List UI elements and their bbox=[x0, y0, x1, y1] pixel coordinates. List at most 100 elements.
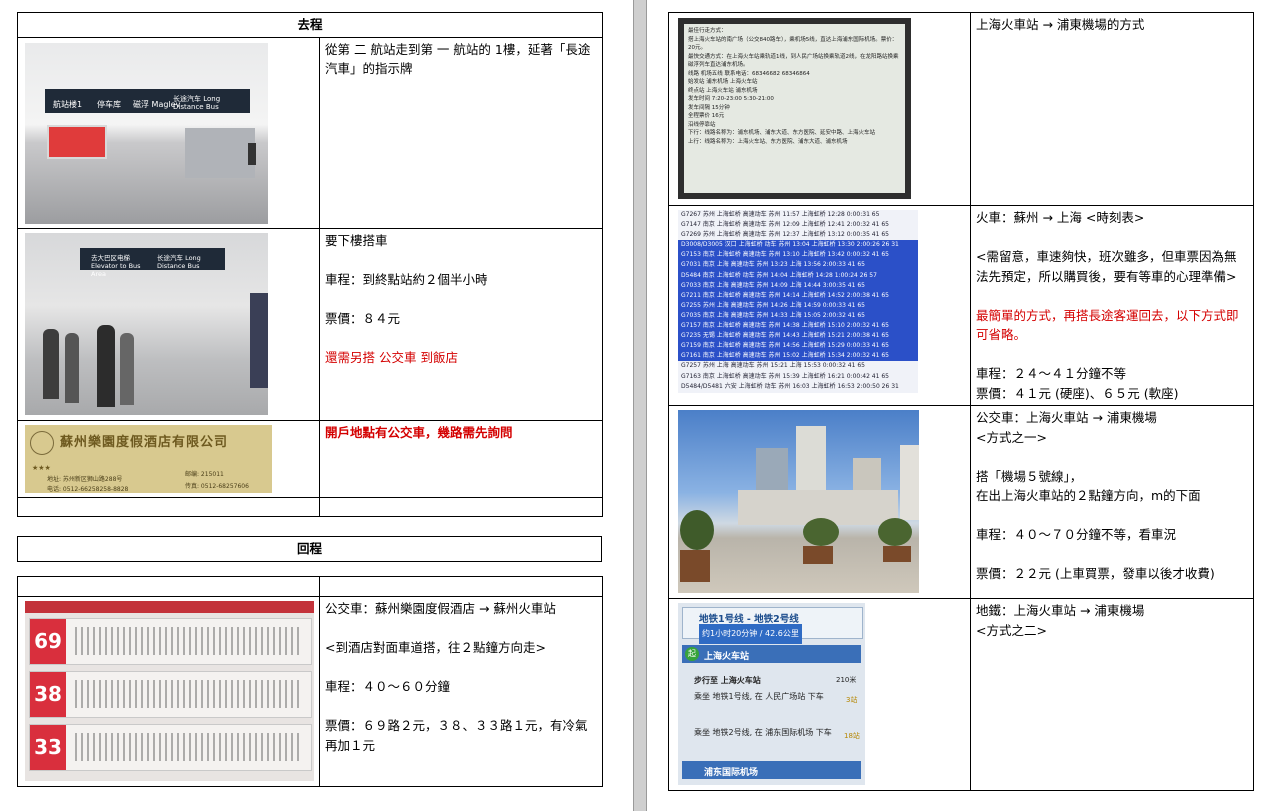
card-phone: 电话: 0512-66258258-8828 bbox=[47, 485, 129, 493]
traveler-2 bbox=[65, 332, 79, 403]
screen-line-1: 最佳行走方式： bbox=[688, 28, 727, 34]
bus-method-label: <方式之一> bbox=[976, 429, 1047, 445]
timetable-rows: G7267 苏州 上海虹桥 高速动车 苏州 11:57 上海虹桥 12:28 0… bbox=[678, 210, 918, 392]
timetable-row: D5484 南京 上海虹桥 动车 苏州 14:04 上海虹桥 14:28 1:0… bbox=[678, 270, 918, 281]
inbound-trip-time: 車程：４０～６０分鐘 bbox=[325, 679, 451, 694]
timetable-row: D5484/D5481 六安 上海虹桥 动车 苏州 16:03 上海虹桥 16:… bbox=[681, 382, 899, 390]
advert-panel bbox=[47, 124, 107, 159]
timetable-row: G7269 苏州 上海虹桥 高速动车 苏州 12:37 上海虹桥 13:12 0… bbox=[681, 231, 889, 239]
card-hotel-name: 蘇州樂園度假酒店有限公司 bbox=[60, 434, 229, 450]
card-fax: 传真: 0512-68257606 bbox=[185, 482, 249, 490]
outbound-table: 去程 航站楼1 停车库 磁浮 Maglev 长途汽车 Long Distance… bbox=[16, 12, 604, 517]
empty-cell-b bbox=[318, 496, 604, 517]
timetable-row: G7267 苏州 上海虹桥 高速动车 苏州 11:57 上海虹桥 12:28 0… bbox=[681, 211, 880, 218]
trip-time-text: 車程：到終點站約２個半小時 bbox=[325, 271, 488, 287]
downstairs-text: 要下樓搭車 bbox=[325, 232, 388, 248]
train-fare: 票價：４１元 (硬座)、６５元 (軟座) bbox=[976, 385, 1179, 401]
palm-tree-left bbox=[680, 510, 714, 550]
palm-tree-mid bbox=[803, 518, 839, 546]
route-panel-33: 33 bbox=[29, 724, 312, 771]
screen-line-11: 发车间隔 15分钟 bbox=[688, 104, 730, 111]
shanghai-station-photo bbox=[678, 410, 919, 593]
timetable-row: G7153 南京 上海虹桥 高速动车 苏州 13:10 上海虹桥 13:42 0… bbox=[678, 250, 918, 261]
traveler-3 bbox=[97, 324, 115, 407]
screen-line-7: 始发站 浦东机场 上海火车站 bbox=[688, 79, 758, 85]
inbound-empty-b bbox=[319, 576, 603, 597]
outbound-step1-text: 從第 二 航站走到第 一 航站的 1樓，延著「長途汽車」的指示牌 bbox=[325, 41, 591, 77]
timetable-row: G7033 南京 上海 高速动车 苏州 14:09 上海 14:44 3:00:… bbox=[678, 280, 918, 291]
photo-cell-screen: 最佳行走方式： 搭上海火车站的南广场（公交840路车），乘机场5线，直达上海浦东… bbox=[668, 12, 971, 206]
train-info-cell: 火車：蘇州 → 上海 <時刻表> <需留意，車速夠快，班次雖多，但車票因為無法先… bbox=[970, 205, 1254, 406]
timetable-row: G7235 无锡 上海虹桥 高速动车 苏州 14:43 上海虹桥 15:21 2… bbox=[678, 331, 918, 342]
inbound-direction-text: <到酒店對面車道搭，往２點鐘方向走> bbox=[325, 640, 546, 655]
stop-sign-header bbox=[25, 601, 314, 613]
planter-box-mid bbox=[803, 546, 833, 564]
traveler-1 bbox=[43, 328, 59, 399]
outbound-header: 去程 bbox=[16, 12, 604, 38]
bus-stop-location: 在出上海火車站的２點鐘方向，m的下面 bbox=[976, 488, 1201, 503]
shanghai-methods-title: 上海火車站 → 浦東機場的方式 bbox=[976, 17, 1145, 32]
screen-line-14: 沿线停靠站 bbox=[688, 121, 716, 128]
route-38-stops bbox=[75, 680, 300, 708]
inbound-header: 回程 bbox=[17, 536, 602, 562]
metro-route-app-photo: 地铁1号线 - 地铁2号线 约1小时20分钟 / 42.6公里 起 上海火车站 … bbox=[678, 603, 865, 785]
route-panel-38: 38 bbox=[29, 671, 312, 718]
traveler-figure bbox=[248, 142, 256, 165]
timetable-row: G7031 南京 上海 高速动车 苏州 13:23 上海 13:56 2:00:… bbox=[678, 260, 918, 271]
bus-line-name: 搭「機場５號線」， bbox=[976, 468, 1083, 484]
metro-end-station: 浦东国际机场 bbox=[704, 768, 759, 778]
inbound-route-text: 公交車：蘇州樂園度假酒店 → 蘇州火車站 bbox=[325, 601, 556, 616]
train-trip-time: 車程：２４～４１分鐘不等 bbox=[976, 366, 1127, 381]
photo-cell-bus-stop: 69 38 33 bbox=[17, 596, 320, 787]
metro-end-bar: 浦东国际机场 bbox=[682, 761, 861, 779]
metro-method-cell: 地鐵：上海火車站 → 浦東機場 <方式之二> bbox=[970, 598, 1254, 791]
timetable-row: G7035 南京 上海 高速动车 苏州 14:33 上海 15:05 2:00:… bbox=[678, 310, 918, 322]
hotel-logo bbox=[30, 430, 54, 455]
screen-line-12: 全程票价 16元 bbox=[688, 113, 725, 119]
route-info-screen-photo: 最佳行走方式： 搭上海火车站的南广场（公交840路车），乘机场5线，直达上海浦东… bbox=[678, 18, 911, 199]
inbound-fare: 票價：６９路２元，３８、３３路１元，有冷氣再加１元 bbox=[325, 718, 588, 753]
metro-start-bar: 起 上海火车站 bbox=[682, 645, 861, 663]
photo-cell-terminal: 航站楼1 停车库 磁浮 Maglev 长途汽车 Long Distance Bu… bbox=[17, 36, 320, 229]
inbound-table: 69 38 33 公交車：蘇州樂園度假酒店 → 蘇州火車站 <到酒店對面車道搭，… bbox=[17, 576, 603, 787]
sign-bus-elevator: 去大巴区电梯 Elevator to Bus Area bbox=[91, 253, 141, 278]
screen-content: 最佳行走方式： 搭上海火车站的南广场（公交840路车），乘机场5线，直达上海浦东… bbox=[684, 24, 905, 193]
outbound-step3-cell: 開戶地點有公交車，幾路需先詢問 bbox=[318, 419, 604, 498]
timetable-row: G7157 南京 上海虹桥 高速动车 苏州 14:38 上海虹桥 15:10 2… bbox=[678, 321, 918, 332]
route-69-badge: 69 bbox=[30, 619, 66, 664]
metro-method-title: 地鐵：上海火車站 → 浦東機場 bbox=[976, 603, 1145, 618]
timetable-row: G7163 南京 上海虹桥 高速动车 苏州 15:39 上海虹桥 16:21 0… bbox=[681, 372, 889, 380]
screen-line-5: 线路 机场五线 联系电话：68346682 68346864 bbox=[688, 70, 810, 77]
metro-duration: 约1小时20分钟 / 42.6公里 bbox=[699, 624, 802, 644]
train-simplest-note: 最簡單的方式，再搭長途客運回去，以下方式即可省略。 bbox=[976, 307, 1239, 343]
screen-line-2: 搭上海火车站的南广场（公交840路车），乘机场5线，直达上海浦东国际机场。票价：… bbox=[688, 36, 898, 52]
inbound-detail-cell: 公交車：蘇州樂園度假酒店 → 蘇州火車站 <到酒店對面車道搭，往２點鐘方向走> … bbox=[319, 596, 603, 787]
metro-step-line1: 乘坐 地铁1号线, 在 人民广场站 下车 bbox=[694, 692, 824, 701]
sign-terminal1: 航站楼1 bbox=[53, 99, 83, 109]
route-33-badge: 33 bbox=[30, 725, 66, 770]
metro-walk-distance: 210米 bbox=[836, 676, 857, 684]
screen-line-15: 下行：线路名称为：浦东机场、浦东大道、东方医院、延安中路、上海火车站 bbox=[688, 130, 876, 136]
bus-area-photo: 去大巴区电梯 Elevator to Bus Area 长途汽车 Long Di… bbox=[25, 232, 268, 415]
metro-walk-step: 步行至 上海火车站 bbox=[694, 676, 761, 685]
bus-inquiry-note: 開戶地點有公交車，幾路需先詢問 bbox=[325, 424, 513, 440]
sign-long-distance-bus: 长途汽车 Long Distance Bus bbox=[173, 94, 221, 111]
outbound-step1-cell: 從第 二 航站走到第 一 航站的 1樓，延著「長途汽車」的指示牌 bbox=[318, 36, 604, 229]
timetable-row: G7211 南京 上海虹桥 高速动车 苏州 14:14 上海虹桥 14:52 2… bbox=[678, 290, 918, 301]
timetable-row: D3008/D3005 汉口 上海虹桥 动车 苏州 13:04 上海虹桥 13:… bbox=[678, 240, 918, 251]
timetable-row: G7257 苏州 上海 高速动车 苏州 15:21 上海 15:53 0:00:… bbox=[681, 362, 865, 370]
airport-terminal-photo: 航站楼1 停车库 磁浮 Maglev 长途汽车 Long Distance Bu… bbox=[25, 42, 268, 224]
screen-line-8: 终点站 上海火车站 浦东机场 bbox=[688, 87, 758, 94]
bus-trip-time: 車程：４０～７０分鐘不等，看車況 bbox=[976, 527, 1177, 542]
screen-line-9: 发车时间 7:20-23:00 5:30-21:00 bbox=[688, 96, 774, 102]
transfer-note: 還需另搭 公交車 到飯店 bbox=[325, 349, 458, 365]
screen-line-16: 上行：线路名称为：上海火车站、东方医院、浦东大道、浦东机场 bbox=[688, 138, 848, 145]
palm-tree-right bbox=[878, 518, 912, 546]
far-right-tower bbox=[900, 445, 919, 520]
metro-step2-stops: 18站 bbox=[844, 732, 860, 740]
timetable-row: G7161 南京 上海虹桥 高速动车 苏州 15:02 上海虹桥 15:34 2… bbox=[678, 351, 918, 362]
sign-long-distance-bus-2: 长途汽车 Long Distance Bus bbox=[157, 253, 201, 270]
traveler-4 bbox=[120, 332, 134, 405]
page-gutter bbox=[633, 0, 647, 811]
bus-stop-sign-photo: 69 38 33 bbox=[25, 601, 314, 781]
